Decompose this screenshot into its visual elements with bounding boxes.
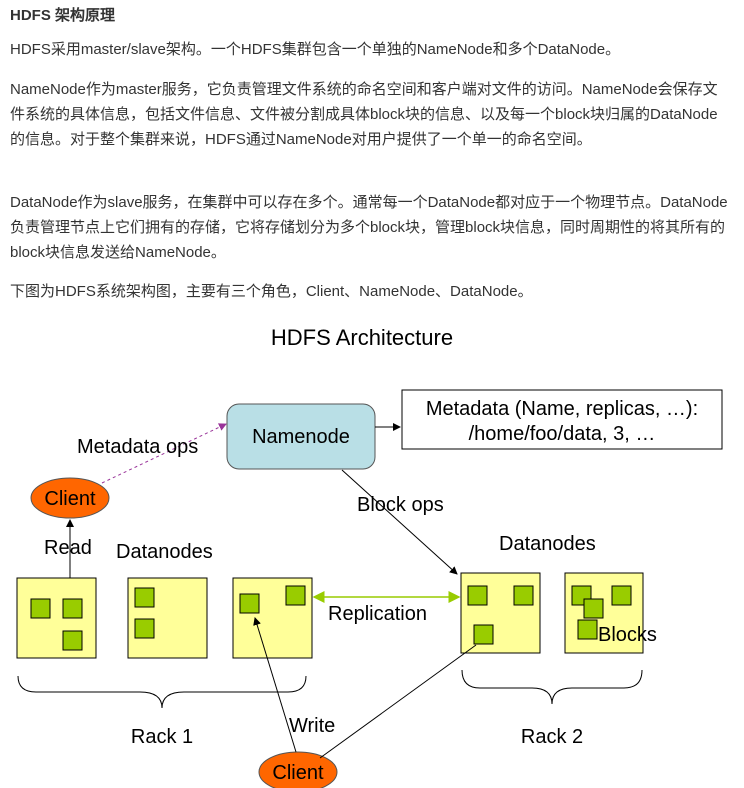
rack1-brace — [17, 675, 307, 709]
block — [239, 593, 260, 614]
rack2-label: Rack 2 — [521, 726, 583, 748]
paragraph-figure-intro: 下图为HDFS系统架构图，主要有三个角色，Client、NameNode、Dat… — [10, 283, 533, 300]
paragraph-namenode: NameNode作为master服务，它负责管理文件系统的命名空间和客户端对文件… — [10, 81, 718, 148]
replication-label: Replication — [328, 603, 427, 625]
block — [134, 618, 155, 639]
block — [611, 585, 632, 606]
namenode-label: Namenode — [252, 426, 350, 448]
block — [62, 630, 83, 651]
datanode-rack1-1 — [16, 577, 97, 659]
paragraph-overview: HDFS采用master/slave架构。一个HDFS集群包含一个单独的Name… — [10, 41, 621, 58]
write-pipeline-line — [319, 644, 477, 759]
article: HDFS 架构原理 HDFS采用master/slave架构。一个HDFS集群包… — [10, 0, 734, 300]
block — [473, 624, 494, 645]
block — [30, 598, 51, 619]
article-title: HDFS 架构原理 — [10, 7, 116, 24]
block — [285, 585, 306, 606]
block — [62, 598, 83, 619]
rack2-brace — [461, 669, 643, 705]
block-ops-label: Block ops — [357, 494, 444, 516]
rack1-label: Rack 1 — [131, 726, 193, 748]
block — [467, 585, 488, 606]
client-top-label: Client — [44, 488, 96, 510]
block — [577, 619, 598, 640]
client-bottom-label: Client — [272, 762, 324, 784]
blocks-label: Blocks — [598, 624, 657, 646]
write-label: Write — [289, 715, 335, 737]
block — [583, 598, 604, 619]
metadata-ops-label: Metadata ops — [77, 436, 198, 458]
datanodes-right-label: Datanodes — [499, 533, 596, 555]
diagram-title: HDFS Architecture — [271, 325, 453, 350]
datanode-rack2-1 — [460, 572, 541, 654]
hdfs-architecture-diagram: HDFS Architecture Namenode Metadata (Nam… — [16, 325, 723, 788]
metadata-line2: /home/foo/data, 3, … — [469, 423, 656, 445]
block — [134, 587, 155, 608]
datanodes-left-label: Datanodes — [116, 541, 213, 563]
metadata-line1: Metadata (Name, replicas, …): — [426, 398, 698, 420]
read-label: Read — [44, 537, 92, 559]
block — [513, 585, 534, 606]
block-ops-arrow — [341, 469, 458, 575]
paragraph-datanode: DataNode作为slave服务，在集群中可以存在多个。通常每一个DataNo… — [10, 194, 728, 261]
